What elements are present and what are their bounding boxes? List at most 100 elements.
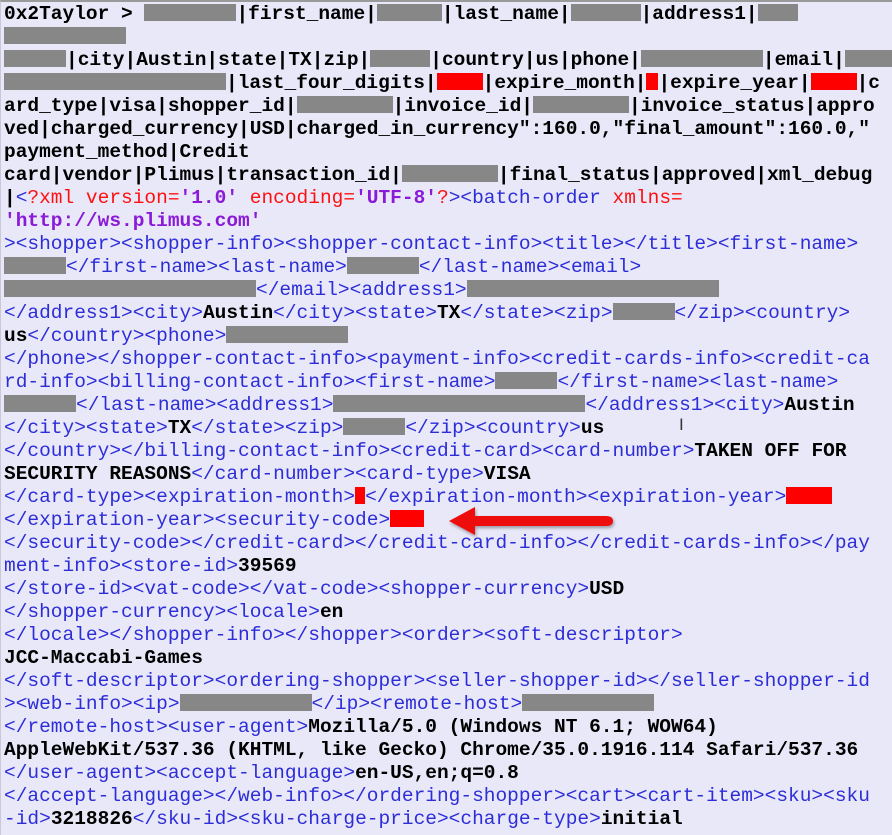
redacted-gray-block — [466, 280, 719, 297]
log-line: </accept-language></web-info></ordering-… — [4, 785, 892, 808]
log-line: SECURITY REASONS</card-number><card-type… — [4, 463, 892, 486]
log-line: 'http://ws.plimus.com' — [4, 210, 892, 233]
value-text: VISA — [483, 463, 531, 485]
xml-declaration-text: ? — [437, 187, 449, 209]
log-line: </store-id><vat-code></vat-code><shopper… — [4, 578, 892, 601]
value-text: SECURITY REASONS — [4, 463, 192, 485]
xml-tag-text: </state><zip> — [460, 302, 613, 324]
redacted-red-block — [355, 487, 366, 504]
redacted-gray-block — [4, 280, 256, 297]
xml-tag-text: </shopper-currency><locale> — [4, 601, 320, 623]
value-text: JCC-Maccabi-Games — [4, 647, 203, 669]
log-line: payment_method|Credit — [4, 141, 892, 164]
redacted-gray-block — [844, 50, 892, 67]
xml-tag-text: </state><zip> — [191, 417, 344, 439]
value-text: |email| — [762, 49, 845, 71]
xml-tag-text: ><shopper><shopper-info><shopper-contact… — [4, 233, 859, 255]
log-line: JCC-Maccabi-Games — [4, 647, 892, 670]
log-line: </address1><city>Austin</city><state>TX<… — [4, 302, 892, 325]
log-line: rd-info><billing-contact-info><first-nam… — [4, 371, 892, 394]
log-text[interactable]: 0x2Taylor > |first_name| |last_name| |addr… — [4, 3, 892, 831]
value-text: |invoice_id| — [392, 95, 533, 117]
log-line: </email><address1> — [4, 279, 892, 302]
xml-tag-text: </sku-id><sku-charge-price><charge-type> — [132, 808, 601, 830]
redacted-gray-block — [226, 326, 349, 343]
value-text: us — [4, 325, 28, 347]
redacted-gray-block — [370, 50, 431, 67]
red-arrow-left-icon — [449, 507, 613, 535]
value-text: ard_type|visa|shopper_id| — [4, 95, 297, 117]
xml-tag-text: </security-code></credit-card></credit-c… — [4, 532, 870, 554]
xml-tag-text: </last-name><address1> — [76, 394, 334, 416]
redacted-red-block — [646, 73, 659, 90]
xml-tag-text: </user-agent><accept-language> — [4, 762, 356, 784]
value-text: 39569 — [238, 555, 297, 577]
value-text: initial — [600, 808, 683, 830]
log-line: </shopper-currency><locale>en — [4, 601, 892, 624]
text-cursor-ibeam-icon: I — [679, 415, 684, 434]
redacted-red-block — [810, 73, 857, 90]
log-line: AppleWebKit/537.36 (KHTML, like Gecko) C… — [4, 739, 892, 762]
value-text: |city|Austin|state|TX|zip| — [66, 49, 371, 71]
log-line: ard_type|visa|shopper_id| |invoice_id| |in… — [4, 95, 892, 118]
xml-declaration-text: ?xml version= — [27, 187, 180, 209]
xml-tag-text: </city><state> — [4, 417, 168, 439]
xml-attribute-value: 'UTF-8' — [355, 187, 437, 209]
log-line: ><shopper><shopper-info><shopper-contact… — [4, 233, 892, 256]
xml-attribute-value: 'http://ws.plimus.com' — [4, 210, 262, 232]
log-line: |city|Austin|state|TX|zip| |country|us|ph… — [4, 49, 892, 72]
log-line: </remote-host><user-agent>Mozilla/5.0 (W… — [4, 716, 892, 739]
log-line: </phone></shopper-contact-info><payment-… — [4, 348, 892, 371]
value-text: |final_status|approved|xml_debug — [497, 164, 873, 186]
value-text: AppleWebKit/537.36 (KHTML, like Gecko) C… — [4, 739, 859, 761]
xml-tag-text: </email><address1> — [256, 279, 467, 301]
xml-tag-text: rd-info><billing-contact-info><first-nam… — [4, 371, 496, 393]
xml-tag-text: </first-name><last-name> — [66, 256, 347, 278]
xml-tag-text: </soft-descriptor><ordering-shopper><sel… — [4, 670, 870, 692]
xml-tag-text: </remote-host><user-agent> — [4, 716, 309, 738]
xml-tag-text: </phone></shopper-contact-info><payment-… — [4, 348, 870, 370]
log-line: </city><state>TX</state><zip> </zip><coun… — [4, 417, 892, 440]
xml-tag-text: < — [15, 187, 28, 209]
xml-declaration-text: encoding= — [238, 187, 356, 209]
value-text: |invoice_status|appro — [629, 95, 875, 117]
value-text: |address1| — [640, 3, 758, 25]
redacted-gray-block — [757, 4, 798, 21]
log-line: |<?xml version='1.0' encoding='UTF-8'?><… — [4, 187, 892, 210]
value-text: |expire_year| — [658, 72, 811, 94]
log-line: ment-info><store-id>39569 — [4, 555, 892, 578]
redacted-gray-block — [4, 73, 226, 90]
value-text: | — [4, 187, 16, 209]
log-line: |last_four_digits| |expire_month| |expire_… — [4, 72, 892, 95]
xml-declaration-text: xmlns= — [612, 187, 683, 209]
xml-tag-text: <batch-order — [460, 187, 613, 209]
xml-tag-text: </ip><remote-host> — [311, 693, 523, 715]
redacted-red-block — [436, 73, 483, 90]
redacted-red-block — [786, 487, 833, 504]
value-text: Austin — [202, 302, 274, 324]
redacted-gray-block — [144, 4, 237, 21]
value-text: |expire_month| — [482, 72, 647, 94]
redacted-gray-block — [640, 50, 763, 67]
value-text: payment_method|Credit — [4, 141, 250, 163]
xml-tag-text: </card-type><expiration-month> — [4, 486, 356, 508]
redacted-gray-block — [4, 395, 76, 412]
log-viewer-panel: 0x2Taylor > |first_name| |last_name| |addr… — [0, 0, 892, 835]
log-line: </first-name><last-name> </last-name><ema… — [4, 256, 892, 279]
redacted-gray-block — [376, 4, 442, 21]
value-text: |country|us|phone| — [430, 49, 641, 71]
redacted-gray-block — [346, 257, 419, 274]
log-line: </country></billing-contact-info><credit… — [4, 440, 892, 463]
log-line: </user-agent><accept-language>en-US,en;q… — [4, 762, 892, 785]
log-line: ved|charged_currency|USD|charged_in_curr… — [4, 118, 892, 141]
xml-tag-text: </store-id><vat-code></vat-code><shopper… — [4, 578, 590, 600]
xml-tag-text: </zip><country> — [405, 417, 581, 439]
xml-tag-text: </expiration-year><security-code> — [4, 509, 391, 531]
redacted-gray-block — [495, 372, 558, 389]
xml-tag-text: </locale></shopper-info></shopper><order… — [4, 624, 683, 646]
value-text: TX — [167, 417, 192, 439]
redacted-gray-block — [4, 27, 126, 44]
value-text: 3218826 — [50, 808, 133, 830]
log-line — [4, 26, 892, 49]
redacted-gray-block — [333, 395, 586, 412]
